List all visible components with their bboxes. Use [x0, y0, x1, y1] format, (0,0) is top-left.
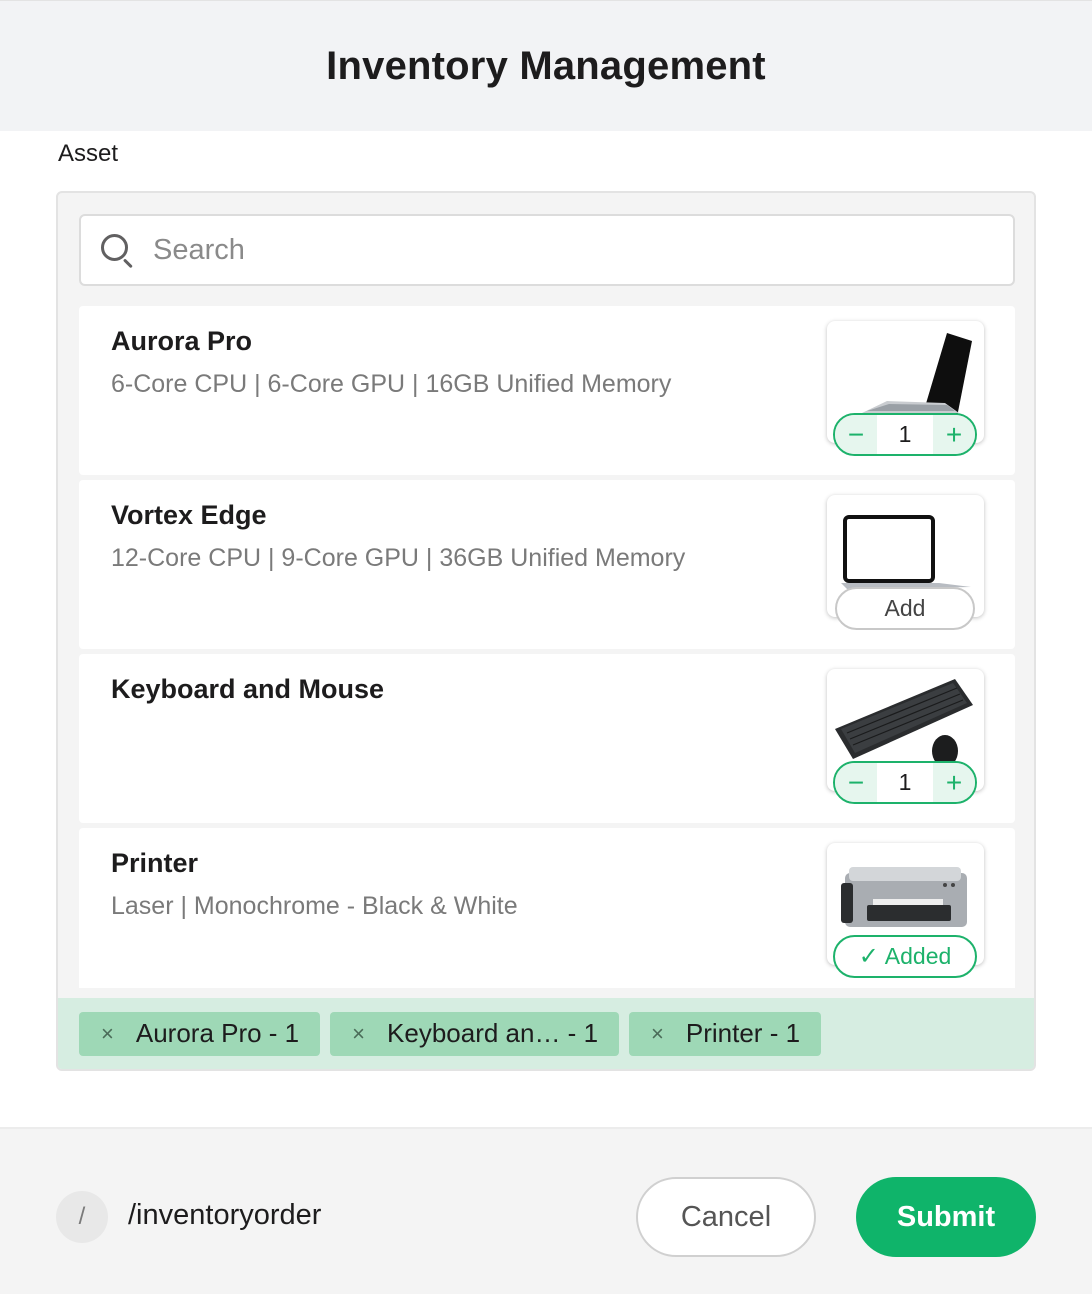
- chip-label: Aurora Pro - 1: [135, 1018, 300, 1048]
- submit-button[interactable]: Submit: [856, 1177, 1036, 1257]
- search-icon: [99, 232, 135, 269]
- quantity-value: 1: [898, 421, 912, 447]
- selected-chip[interactable]: × Aurora Pro - 1: [79, 1011, 321, 1056]
- selected-chip[interactable]: × Keyboard an… - 1: [330, 1011, 620, 1056]
- item-description: 12-Core CPU | 9-Core GPU | 36GB Unified …: [111, 544, 686, 572]
- item-title: Keyboard and Mouse: [111, 674, 385, 704]
- command-text: /inventoryorder: [128, 1199, 322, 1231]
- add-button[interactable]: Add: [835, 587, 975, 630]
- page-title: Inventory Management: [326, 43, 766, 88]
- quantity-stepper[interactable]: − 1 +: [833, 413, 977, 456]
- item-thumbnail: − 1 +: [827, 669, 984, 804]
- asset-label: Asset: [58, 140, 119, 167]
- item-description: 6-Core CPU | 6-Core GPU | 16GB Unified M…: [111, 370, 672, 398]
- close-icon[interactable]: ×: [651, 1021, 664, 1047]
- item-thumbnail: ✓ Added: [827, 843, 984, 978]
- asset-picker: Aurora Pro 6-Core CPU | 6-Core GPU | 16G…: [56, 191, 1036, 1071]
- item-description: Laser | Monochrome - Black & White: [111, 892, 518, 920]
- asset-list: Aurora Pro 6-Core CPU | 6-Core GPU | 16G…: [79, 306, 1015, 988]
- selected-chip[interactable]: × Printer - 1: [629, 1011, 822, 1056]
- item-title: Aurora Pro: [111, 326, 253, 356]
- added-button[interactable]: ✓ Added: [833, 935, 977, 978]
- selected-items-bar: × Aurora Pro - 1 × Keyboard an… - 1 × Pr…: [58, 998, 1034, 1069]
- list-item[interactable]: Printer Laser | Monochrome - Black & Whi…: [79, 828, 1015, 988]
- item-title: Vortex Edge: [111, 500, 267, 530]
- added-label: Added: [884, 943, 952, 969]
- increment-button[interactable]: +: [933, 415, 975, 454]
- modal-footer: / /inventoryorder Cancel Submit: [0, 1127, 1092, 1294]
- chip-label: Printer - 1: [685, 1018, 801, 1048]
- decrement-button[interactable]: −: [835, 415, 877, 454]
- search-box[interactable]: [79, 214, 1015, 286]
- cancel-button[interactable]: Cancel: [636, 1177, 816, 1257]
- list-item[interactable]: Vortex Edge 12-Core CPU | 9-Core GPU | 3…: [79, 480, 1015, 649]
- quantity-stepper[interactable]: − 1 +: [833, 761, 977, 804]
- check-icon: ✓: [858, 943, 879, 970]
- close-icon[interactable]: ×: [101, 1021, 114, 1047]
- item-title: Printer: [111, 848, 199, 878]
- item-thumbnail: − 1 +: [827, 321, 984, 456]
- chip-label: Keyboard an… - 1: [387, 1018, 599, 1048]
- slash-command-icon: /: [56, 1191, 108, 1243]
- increment-button[interactable]: +: [933, 763, 975, 802]
- item-thumbnail: Add: [827, 495, 984, 630]
- list-item[interactable]: Keyboard and Mouse − 1 +: [79, 654, 1015, 823]
- modal-header: Inventory Management: [0, 0, 1092, 131]
- decrement-button[interactable]: −: [835, 763, 877, 802]
- close-icon[interactable]: ×: [352, 1021, 365, 1047]
- list-item[interactable]: Aurora Pro 6-Core CPU | 6-Core GPU | 16G…: [79, 306, 1015, 475]
- quantity-value: 1: [898, 769, 912, 795]
- search-input[interactable]: [153, 233, 953, 267]
